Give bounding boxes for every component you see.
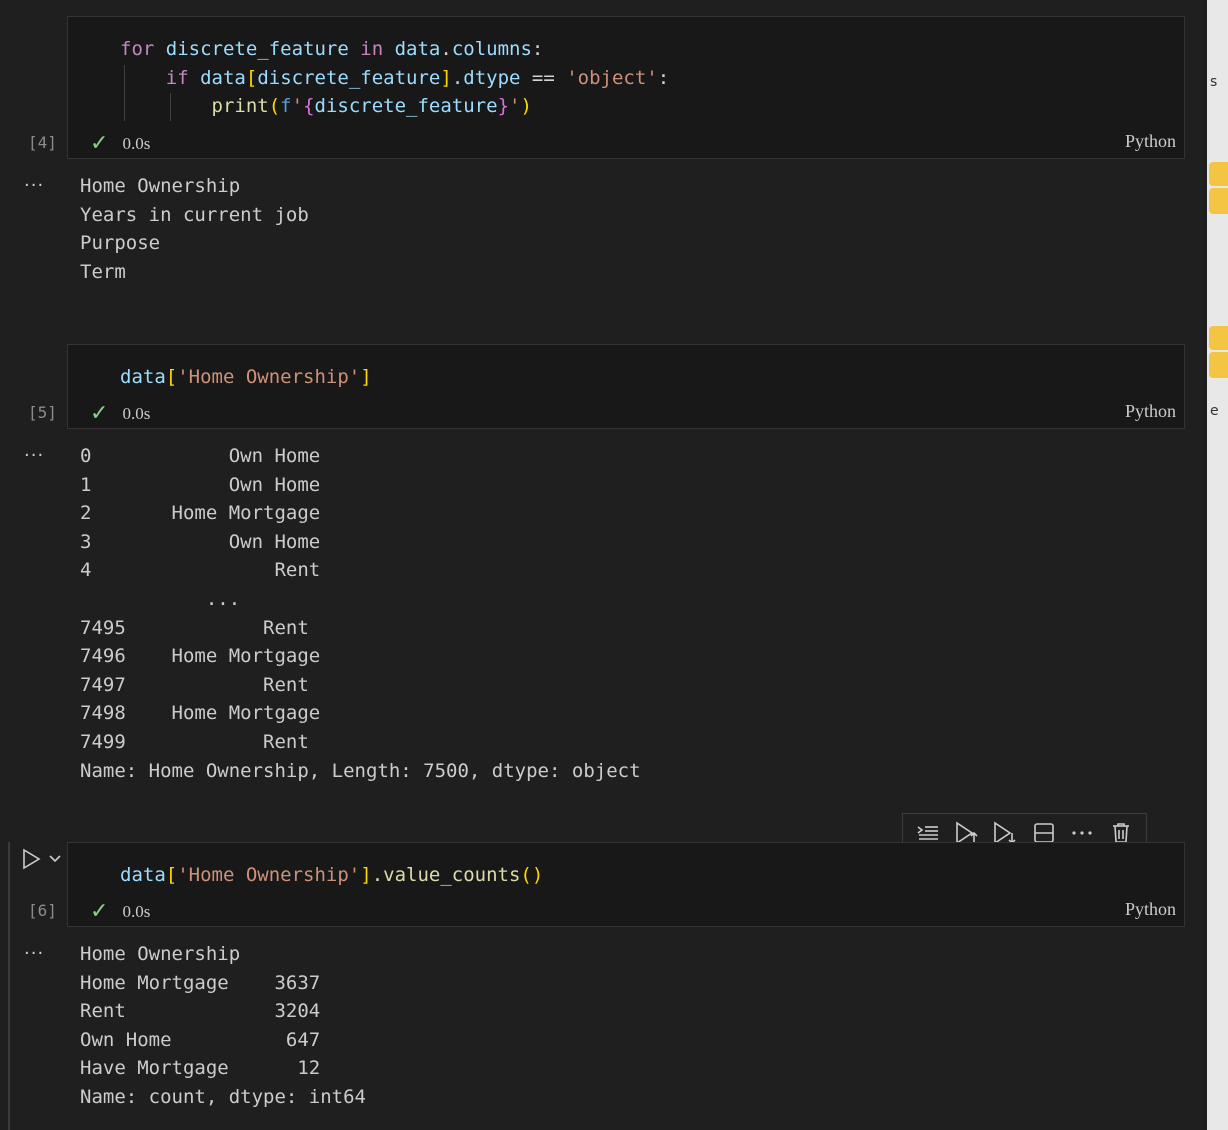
- code-token: if: [165, 66, 189, 89]
- scrollbar-track[interactable]: [1199, 0, 1207, 1130]
- kernel-language[interactable]: Python: [1125, 401, 1176, 422]
- code-token: ]: [360, 366, 372, 388]
- code-token: {: [303, 95, 315, 118]
- execution-count: [4]: [28, 133, 57, 152]
- success-check-icon: ✓: [90, 899, 109, 924]
- folder-tab: [1209, 326, 1228, 350]
- output-line: Name: count, dtype: int64: [80, 1085, 366, 1108]
- code-token: ==: [520, 66, 567, 89]
- code-token: data: [394, 38, 441, 60]
- output-more-icon[interactable]: ···: [24, 445, 44, 466]
- code-token: discrete_feature: [257, 66, 441, 89]
- output-line: Purpose: [80, 232, 161, 255]
- code-token: ): [520, 95, 532, 118]
- code-cell-4[interactable]: for discrete_feature in data.columns: if…: [67, 16, 1185, 159]
- code-cell-5[interactable]: data['Home Ownership'] ✓ 0.0s Python: [67, 344, 1185, 429]
- active-cell-indicator: [8, 842, 10, 1130]
- code-token: [: [245, 66, 258, 89]
- execution-time: 0.0s: [122, 901, 151, 921]
- output-line: Years in current job: [80, 203, 309, 226]
- cell-output: Home Ownership Home Mortgage 3637 Rent 320…: [80, 940, 366, 1112]
- code-token: [: [165, 864, 178, 886]
- code-token: discrete_feature: [314, 95, 498, 118]
- code-token: ': [291, 95, 304, 118]
- code-token: (): [520, 864, 544, 886]
- code-editor[interactable]: data['Home Ownership'].value_counts(): [120, 861, 543, 890]
- success-check-icon: ✓: [90, 401, 109, 426]
- output-line: 2 Home Mortgage: [80, 502, 321, 525]
- execution-count: [6]: [28, 901, 57, 920]
- cell-status: ✓ 0.0s: [90, 401, 150, 426]
- output-line: Home Ownership: [80, 175, 241, 197]
- code-editor[interactable]: data['Home Ownership']: [120, 363, 372, 392]
- output-line: 0 Own Home: [80, 445, 321, 467]
- code-token: ]: [440, 66, 452, 89]
- run-cell-button[interactable]: [20, 848, 62, 870]
- output-line: 7497 Rent: [80, 673, 309, 696]
- output-line: Home Mortgage 3637: [80, 971, 321, 994]
- code-token: in: [360, 38, 384, 60]
- output-line: Rent 3204: [80, 1000, 321, 1023]
- output-line: Term: [80, 260, 126, 283]
- code-token: [: [165, 366, 178, 388]
- output-line: 7499 Rent: [80, 730, 309, 753]
- output-more-icon[interactable]: ···: [24, 943, 44, 964]
- code-token: 'Home Ownership': [177, 366, 361, 388]
- kernel-language[interactable]: Python: [1125, 899, 1176, 920]
- execution-count: [5]: [28, 403, 57, 422]
- success-check-icon: ✓: [90, 131, 109, 156]
- background-text: s: [1210, 74, 1218, 90]
- code-token: :: [531, 38, 544, 60]
- background-text: e: [1210, 403, 1219, 419]
- output-line: Own Home 647: [80, 1028, 321, 1051]
- code-token: 'object': [566, 66, 658, 89]
- code-token: discrete_feature: [165, 38, 349, 60]
- output-line: 4 Rent: [80, 559, 321, 582]
- code-token: 'Home Ownership': [177, 864, 361, 886]
- code-token: data: [120, 864, 166, 886]
- code-token: .value_counts: [371, 864, 521, 886]
- execution-time: 0.0s: [122, 403, 151, 423]
- code-token: .: [440, 38, 452, 60]
- code-token: data: [200, 66, 246, 89]
- code-token: columns: [451, 38, 532, 60]
- code-token: f: [280, 95, 292, 118]
- code-token: ]: [360, 864, 372, 886]
- code-token: ': [509, 95, 521, 118]
- folder-tab: [1209, 188, 1228, 214]
- code-token: for: [120, 38, 155, 60]
- output-line: 3 Own Home: [80, 530, 321, 553]
- output-line: 7498 Home Mortgage: [80, 702, 321, 725]
- code-token: (: [268, 95, 281, 118]
- code-token: print: [211, 95, 269, 118]
- code-token: :: [657, 66, 670, 89]
- output-line: Home Ownership: [80, 943, 241, 965]
- output-line: Have Mortgage 12: [80, 1057, 321, 1080]
- cell-output: Home Ownership Years in current job Purpos…: [80, 172, 309, 286]
- output-line: 7495 Rent: [80, 616, 309, 639]
- chevron-down-icon[interactable]: [48, 854, 62, 864]
- folder-tab: [1209, 162, 1228, 186]
- code-token: }: [497, 95, 510, 118]
- output-line: Name: Home Ownership, Length: 7500, dtyp…: [80, 759, 641, 782]
- cell-status: ✓ 0.0s: [90, 899, 150, 924]
- play-icon: [23, 848, 41, 870]
- kernel-language[interactable]: Python: [1125, 131, 1176, 152]
- cell-status: ✓ 0.0s: [90, 131, 150, 156]
- code-token: data: [120, 366, 166, 388]
- output-line: 1 Own Home: [80, 473, 321, 496]
- folder-tab: [1209, 352, 1228, 378]
- cell-output: 0 Own Home 1 Own Home 2 Home Mortgage 3 Own…: [80, 442, 641, 785]
- output-more-icon[interactable]: ···: [24, 175, 44, 196]
- execution-time: 0.0s: [122, 133, 151, 153]
- code-cell-6[interactable]: data['Home Ownership'].value_counts() ✓ …: [67, 842, 1185, 927]
- output-line: ...: [80, 587, 241, 610]
- code-token: .dtype: [451, 66, 521, 89]
- output-line: 7496 Home Mortgage: [80, 645, 321, 668]
- code-editor[interactable]: for discrete_feature in data.columns: if…: [120, 35, 669, 121]
